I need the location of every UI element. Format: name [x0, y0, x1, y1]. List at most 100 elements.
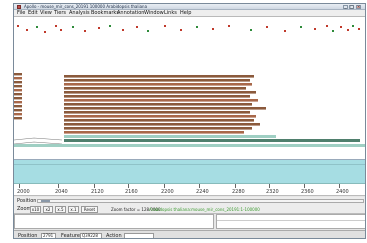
- status-action-label: Action: [106, 233, 122, 239]
- feature-marker[interactable]: [72, 26, 74, 28]
- horizontal-scrollbar[interactable]: [37, 199, 364, 203]
- feature-bar[interactable]: [64, 111, 250, 114]
- menu-edit[interactable]: Edit: [28, 10, 38, 17]
- feature-marker[interactable]: [347, 29, 349, 31]
- feature-marker[interactable]: [17, 25, 19, 27]
- feature-marker[interactable]: [314, 28, 316, 30]
- feature-bar[interactable]: [14, 93, 22, 96]
- zoom-x01-button[interactable]: x.1: [68, 206, 79, 213]
- close-button[interactable]: ×: [356, 5, 361, 9]
- feature-tracks-canvas[interactable]: [14, 17, 365, 160]
- position-row: Position: [14, 197, 365, 205]
- feature-marker[interactable]: [164, 25, 166, 27]
- feature-marker[interactable]: [136, 26, 138, 28]
- feature-bar[interactable]: [14, 77, 22, 80]
- menu-bookmarks[interactable]: Bookmarks: [91, 10, 119, 17]
- feature-bar[interactable]: [64, 99, 258, 102]
- feature-marker[interactable]: [228, 25, 230, 27]
- lower-left-panel[interactable]: [14, 214, 214, 229]
- zoom-x2-button[interactable]: x2: [43, 206, 53, 213]
- menu-help[interactable]: Help: [180, 10, 191, 17]
- feature-marker[interactable]: [60, 29, 62, 31]
- feature-marker[interactable]: [250, 29, 252, 31]
- feature-bar[interactable]: [64, 119, 254, 122]
- feature-marker[interactable]: [332, 30, 334, 32]
- feature-bar[interactable]: [14, 117, 22, 120]
- minimize-button[interactable]: _: [343, 5, 348, 9]
- annotation-bar[interactable]: [64, 135, 276, 138]
- feature-marker[interactable]: [284, 30, 286, 32]
- feature-marker[interactable]: [300, 26, 302, 28]
- feature-bar[interactable]: [14, 97, 22, 100]
- scrollbar-thumb[interactable]: [41, 200, 50, 202]
- menu-annotation[interactable]: Annotation: [117, 10, 144, 17]
- annotation-bar[interactable]: [14, 144, 365, 147]
- tick-label: 2400: [336, 189, 349, 195]
- feature-bar[interactable]: [14, 109, 22, 112]
- feature-marker[interactable]: [55, 25, 57, 27]
- connector-line: [14, 137, 63, 141]
- feature-tracks-panel[interactable]: [14, 17, 365, 160]
- feature-marker[interactable]: [326, 25, 328, 27]
- feature-marker[interactable]: [212, 28, 214, 30]
- feature-marker[interactable]: [266, 26, 268, 28]
- feature-bar[interactable]: [64, 83, 252, 86]
- feature-marker[interactable]: [358, 28, 360, 30]
- feature-marker[interactable]: [340, 26, 342, 28]
- feature-bar[interactable]: [14, 101, 22, 104]
- feature-bar[interactable]: [14, 73, 22, 76]
- annotation-bar[interactable]: [64, 139, 360, 142]
- feature-marker[interactable]: [196, 26, 198, 28]
- menu-analysis[interactable]: Analysis: [69, 10, 90, 17]
- feature-bar[interactable]: [64, 103, 252, 106]
- tick-label: 2320: [266, 189, 279, 195]
- feature-bar[interactable]: [14, 105, 22, 108]
- feature-marker[interactable]: [352, 25, 354, 27]
- menu-tiers[interactable]: Tiers: [54, 10, 66, 17]
- feature-bar[interactable]: [64, 95, 250, 98]
- sequence-panel[interactable]: [14, 160, 365, 184]
- connector-line: [14, 141, 63, 145]
- status-feature-label: Feature: [61, 233, 80, 239]
- maximize-button[interactable]: □: [349, 5, 354, 9]
- tick-mark: [164, 184, 165, 188]
- status-action-value: [124, 233, 154, 238]
- feature-marker[interactable]: [44, 31, 46, 33]
- feature-bar[interactable]: [14, 81, 22, 84]
- feature-marker[interactable]: [36, 26, 38, 28]
- status-feature-value: Q39228: [80, 233, 102, 238]
- feature-bar[interactable]: [64, 127, 252, 130]
- tick-label: 2360: [301, 189, 314, 195]
- feature-bar[interactable]: [64, 79, 250, 82]
- feature-marker[interactable]: [98, 27, 100, 29]
- zoom-reset-button[interactable]: Reset: [81, 206, 98, 213]
- feature-marker[interactable]: [109, 25, 111, 27]
- apollo-window: Apollo - mouse_mir_cons_20191 100000 Ara…: [13, 3, 366, 239]
- feature-marker[interactable]: [122, 29, 124, 31]
- track-name-text: Arabidopsis thaliana:mouse_mir_cons_2019…: [149, 207, 260, 212]
- feature-marker[interactable]: [26, 29, 28, 31]
- feature-bar[interactable]: [14, 85, 22, 88]
- tick-mark: [304, 184, 305, 188]
- menu-links[interactable]: Links: [164, 10, 177, 17]
- feature-bar[interactable]: [14, 89, 22, 92]
- zoom-x05-button[interactable]: x.5: [55, 206, 66, 213]
- feature-bar[interactable]: [64, 91, 256, 94]
- menu-view[interactable]: View: [40, 10, 52, 17]
- feature-bar[interactable]: [64, 123, 260, 126]
- menu-window[interactable]: Window: [144, 10, 164, 17]
- feature-marker[interactable]: [180, 29, 182, 31]
- feature-marker[interactable]: [84, 30, 86, 32]
- status-position-value: 2791: [41, 233, 56, 238]
- feature-bar[interactable]: [64, 115, 256, 118]
- tick-label: 2120: [91, 189, 104, 195]
- feature-bar[interactable]: [14, 113, 22, 116]
- lower-right-panel[interactable]: [216, 214, 365, 229]
- feature-bar[interactable]: [64, 107, 266, 110]
- feature-bar[interactable]: [64, 87, 246, 90]
- menu-file[interactable]: File: [17, 10, 25, 17]
- zoom-x10-button[interactable]: x10: [30, 206, 41, 213]
- feature-marker[interactable]: [147, 30, 149, 32]
- feature-bar[interactable]: [64, 75, 254, 78]
- feature-bar[interactable]: [64, 131, 244, 134]
